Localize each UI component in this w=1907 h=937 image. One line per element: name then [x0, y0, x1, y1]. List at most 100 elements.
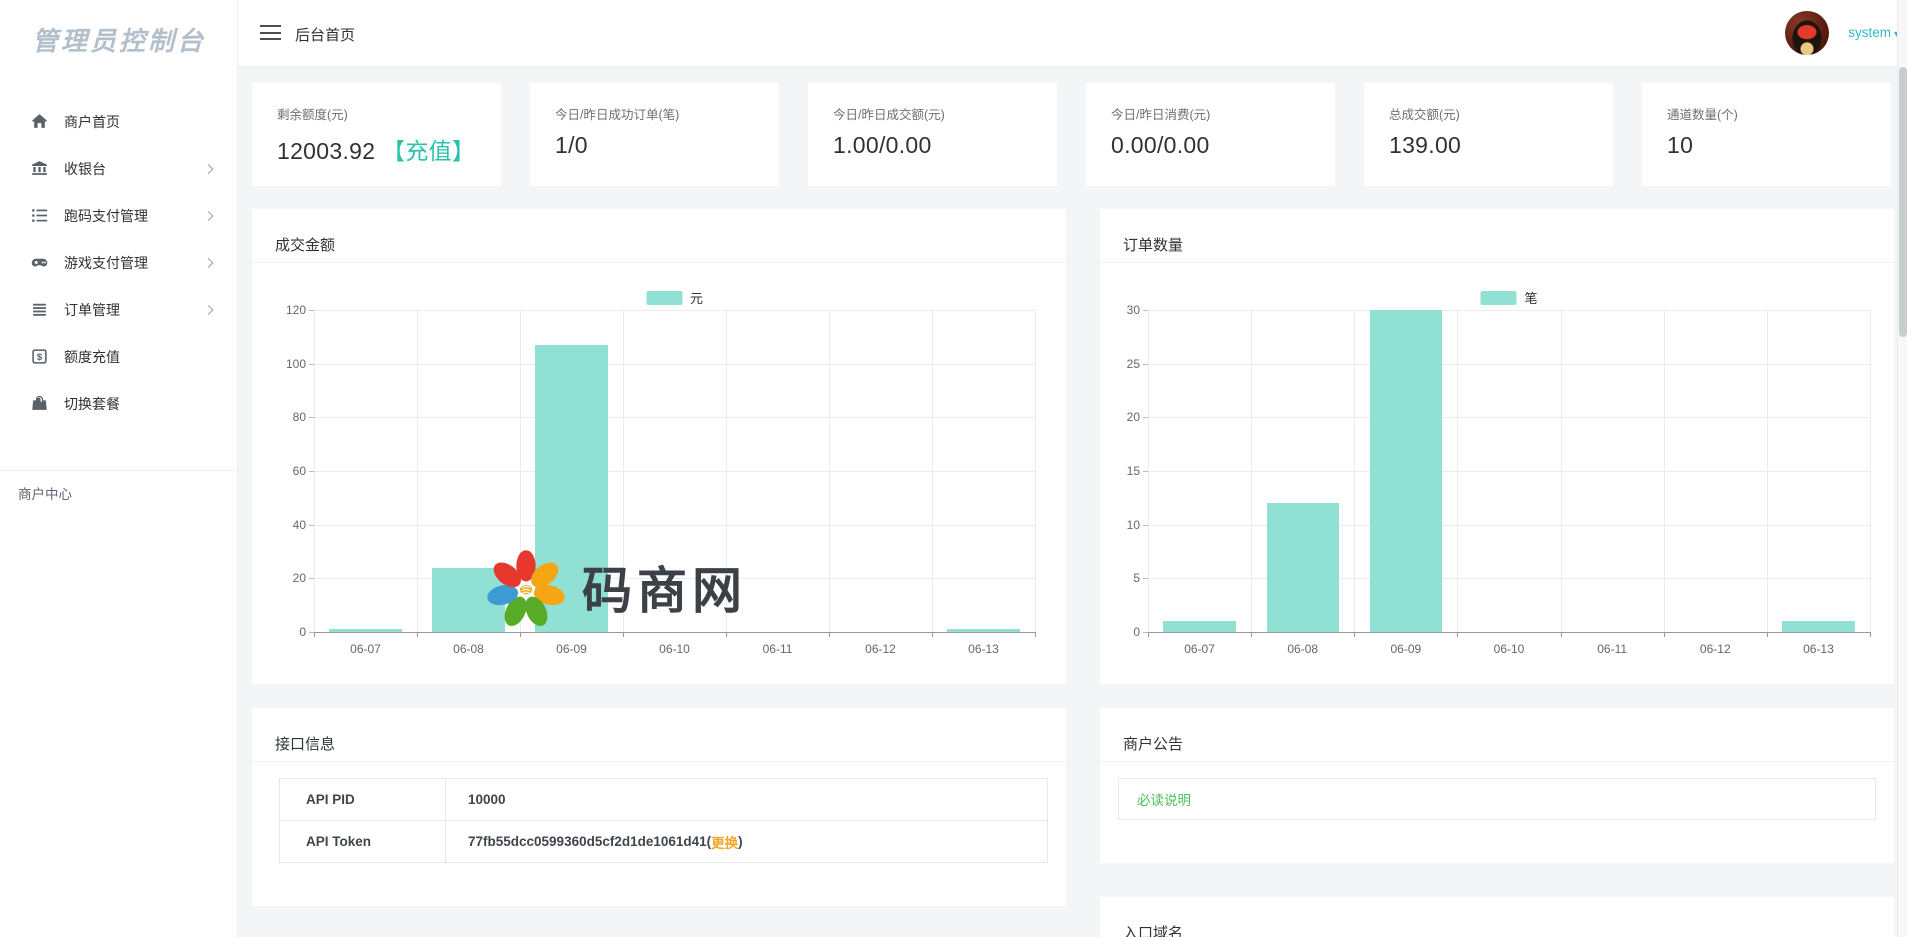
sidebar-item-label: 切换套餐 [64, 394, 120, 414]
legend-label: 笔 [1524, 288, 1537, 307]
bar-06-08[interactable] [1267, 503, 1339, 632]
stat-label: 总成交额(元) [1389, 104, 1613, 123]
sidebar-item-2[interactable]: 跑码支付管理 [0, 192, 238, 239]
api-info-title: 接口信息 [275, 733, 335, 754]
stat-label: 今日/昨日消费(元) [1111, 104, 1335, 123]
bar-06-13[interactable] [947, 629, 1019, 632]
chart-card-amount: 成交金额 02040608010012006-0706-0806-0906-10… [252, 209, 1066, 684]
gridline [314, 364, 1035, 365]
chart-card-orders: 订单数量 05101520253006-0706-0806-0906-1006-… [1100, 209, 1894, 684]
bar-06-07[interactable] [329, 629, 401, 632]
user-dropdown[interactable]: system▾ [1848, 25, 1899, 40]
stat-card-2: 今日/昨日成交额(元)1.00/0.00 [808, 83, 1057, 186]
stat-value: 1/0 [555, 132, 779, 159]
x-tick-mark [829, 632, 830, 637]
sidebar-item-6[interactable]: 切换套餐 [0, 380, 238, 427]
entry-domain-card: 入口域名 [1100, 897, 1894, 937]
bar-06-09[interactable] [535, 345, 607, 632]
sidebar-item-5[interactable]: $ 额度充值 [0, 333, 238, 380]
x-tick-label: 06-09 [556, 642, 587, 656]
y-tick-label: 60 [272, 464, 306, 478]
chevron-right-icon [204, 211, 214, 221]
sidebar-item-label: 额度充值 [64, 347, 120, 367]
y-tick-label: 10 [1106, 518, 1140, 532]
bank-icon [30, 160, 48, 178]
sidebar-item-label: 跑码支付管理 [64, 206, 148, 226]
chart-legend[interactable]: 笔 [1480, 288, 1537, 307]
stat-label: 剩余额度(元) [277, 104, 501, 123]
stat-value: 12003.92 【充值】 [277, 132, 501, 166]
scrollbar-thumb[interactable] [1899, 67, 1907, 337]
x-tick-label: 06-12 [865, 642, 896, 656]
gridline [314, 471, 1035, 472]
recharge-link[interactable]: 【充值】 [375, 138, 475, 164]
y-tick-label: 30 [1106, 303, 1140, 317]
y-tick-label: 5 [1106, 571, 1140, 585]
gridline [314, 632, 1035, 633]
gridline [1148, 578, 1870, 579]
notice-link[interactable]: 必读说明 [1137, 789, 1191, 809]
x-tick-mark [1035, 632, 1036, 637]
x-tick-mark [1870, 632, 1871, 637]
stat-card-4: 总成交额(元) 139.00 [1364, 83, 1613, 186]
sidebar-item-4[interactable]: 订单管理 [0, 286, 238, 333]
y-tick-label: 20 [1106, 410, 1140, 424]
gridline [1561, 310, 1562, 632]
x-tick-mark [1148, 632, 1149, 637]
x-tick-label: 06-07 [350, 642, 381, 656]
panel-divider [252, 262, 1066, 263]
chart-title: 订单数量 [1123, 234, 1183, 255]
legend-swatch [1480, 291, 1516, 305]
x-tick-label: 06-10 [659, 642, 690, 656]
svg-text:$: $ [36, 352, 42, 363]
money-icon: $ [30, 348, 48, 366]
gridline [314, 525, 1035, 526]
stat-value: 1.00/0.00 [833, 132, 1057, 159]
sidebar-item-0[interactable]: 商户首页 [0, 98, 238, 145]
bar-06-13[interactable] [1782, 621, 1854, 632]
bar-06-09[interactable] [1370, 310, 1442, 632]
gridline [417, 310, 418, 632]
lines-icon [30, 301, 48, 319]
stat-value: 10 [1667, 132, 1891, 159]
gridline [314, 310, 315, 632]
x-tick-mark [520, 632, 521, 637]
chart-legend[interactable]: 元 [646, 288, 703, 307]
x-tick-mark [623, 632, 624, 637]
gridline [623, 310, 624, 632]
x-tick-label: 06-11 [763, 642, 793, 656]
sidebar-item-label: 游戏支付管理 [64, 253, 148, 273]
sidebar-item-3[interactable]: 游戏支付管理 [0, 239, 238, 286]
x-tick-label: 06-08 [453, 642, 484, 656]
api-info-card: 接口信息 API PID10000API Token77fb55dcc05993… [252, 708, 1066, 906]
legend-swatch [646, 291, 682, 305]
list-icon [30, 207, 48, 225]
chevron-right-icon [204, 258, 214, 268]
stat-card-5: 通道数量(个)10 [1642, 83, 1891, 186]
bar-06-08[interactable] [432, 568, 504, 632]
y-tick-label: 0 [272, 625, 306, 639]
api-value-text: 77fb55dcc0599360d5cf2d1de1061d41 [468, 834, 707, 849]
sidebar-item-1[interactable]: 收银台 [0, 145, 238, 192]
stat-card-1: 今日/昨日成功订单(笔)1/0 [530, 83, 779, 186]
x-tick-mark [1251, 632, 1252, 637]
gridline [1148, 632, 1870, 633]
avatar[interactable] [1785, 11, 1829, 55]
stat-card-0: 剩余额度(元) 12003.92 【充值】 [252, 83, 501, 186]
topbar: 后台首页 system▾ [238, 0, 1907, 67]
vertical-scrollbar[interactable] [1897, 0, 1907, 937]
y-tick-label: 15 [1106, 464, 1140, 478]
page-title: 后台首页 [295, 24, 355, 45]
api-value-text: 10000 [468, 792, 506, 807]
home-icon [30, 113, 48, 131]
y-tick-label: 20 [272, 571, 306, 585]
api-token-change-link[interactable]: 更换 [711, 832, 738, 852]
bar-06-07[interactable] [1163, 621, 1235, 632]
stat-value: 139.00 [1389, 132, 1613, 159]
hamburger-menu-icon[interactable] [260, 25, 281, 41]
gridline [1035, 310, 1036, 632]
x-tick-label: 06-10 [1494, 642, 1525, 656]
stat-value: 0.00/0.00 [1111, 132, 1335, 159]
x-tick-mark [1561, 632, 1562, 637]
x-tick-mark [417, 632, 418, 637]
